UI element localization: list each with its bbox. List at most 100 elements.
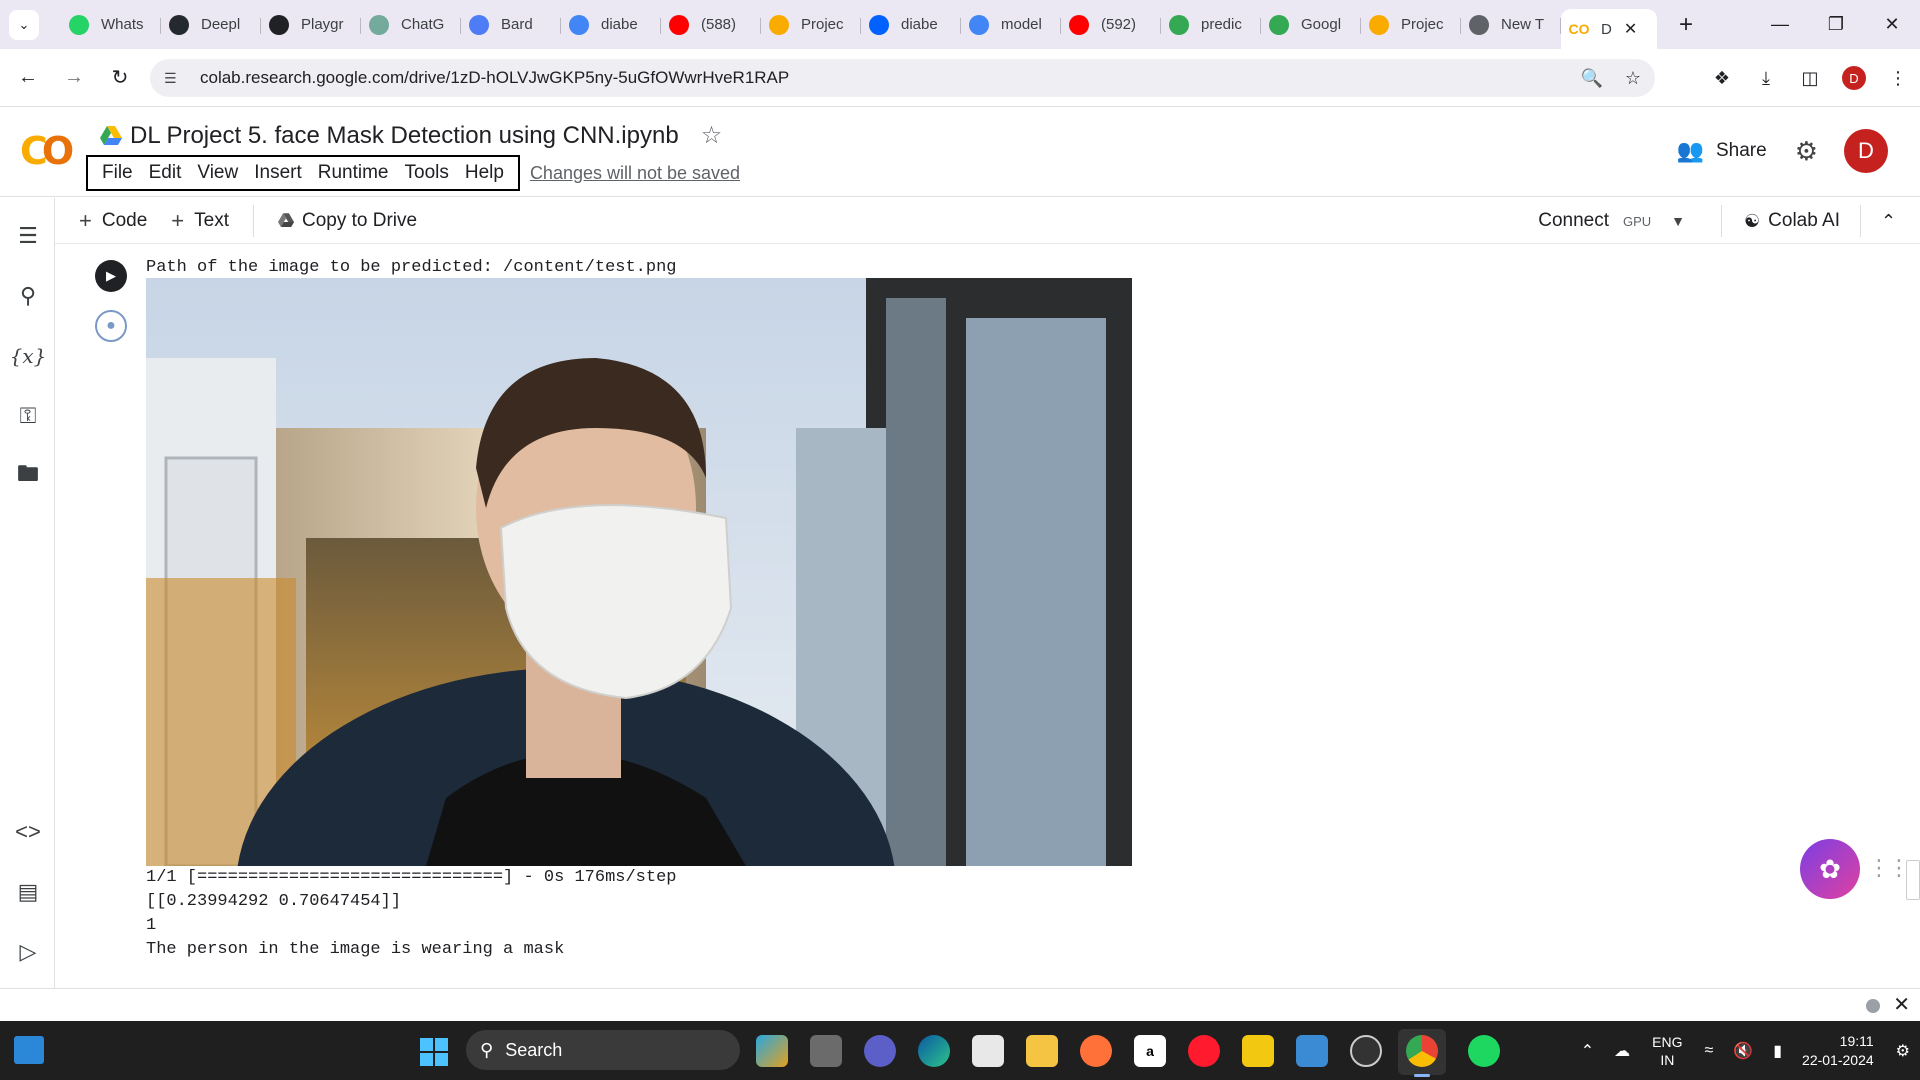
new-tab-button[interactable]: +: [1679, 11, 1693, 39]
volume-muted-icon[interactable]: 🔇: [1733, 1041, 1753, 1061]
browser-tab[interactable]: (588): [661, 7, 761, 43]
gemini-button[interactable]: ✿: [1800, 839, 1860, 899]
profile-avatar[interactable]: D: [1842, 66, 1866, 90]
edge-icon[interactable]: [918, 1035, 950, 1067]
connect-button[interactable]: Connect: [1538, 210, 1609, 232]
add-text-button[interactable]: + Text: [171, 208, 229, 234]
browser-tab[interactable]: (592): [1061, 7, 1161, 43]
site-settings-icon[interactable]: ☰: [164, 70, 186, 87]
wifi-icon[interactable]: ≈: [1705, 1042, 1714, 1060]
download-icon[interactable]: ⤓: [1744, 68, 1788, 89]
language-indicator[interactable]: ENG IN: [1652, 1033, 1682, 1069]
colab-ai-label: Colab AI: [1768, 210, 1840, 231]
drag-handle-icon[interactable]: ⋮⋮: [1868, 855, 1910, 881]
menu-item-help[interactable]: Help: [457, 162, 512, 184]
snipping-tool-icon[interactable]: [1296, 1035, 1328, 1067]
widgets-icon[interactable]: [14, 1036, 44, 1064]
close-icon[interactable]: ✕: [1893, 992, 1910, 1017]
forward-button[interactable]: →: [56, 60, 92, 96]
opera-icon[interactable]: [1188, 1035, 1220, 1067]
browser-tab[interactable]: Projec: [761, 7, 861, 43]
add-text-label: Text: [194, 209, 229, 231]
browser-tab[interactable]: Bard: [461, 7, 561, 43]
store-icon[interactable]: [972, 1035, 1004, 1067]
clock[interactable]: 19:11 22-01-2024: [1802, 1032, 1874, 1070]
notebook-title[interactable]: DL Project 5. face Mask Detection using …: [130, 122, 679, 150]
gear-icon[interactable]: ⚙: [1795, 136, 1818, 167]
bookmark-star-icon[interactable]: ☆: [1625, 68, 1641, 89]
teams-chat-icon[interactable]: [864, 1035, 896, 1067]
tab-search-button[interactable]: ⌄: [9, 9, 39, 40]
browser-tab[interactable]: Googl: [1261, 7, 1361, 43]
copilot-icon[interactable]: [756, 1035, 788, 1067]
copy-to-drive-button[interactable]: Copy to Drive: [278, 210, 417, 232]
menu-item-insert[interactable]: Insert: [246, 162, 310, 184]
scrollbar-thumb[interactable]: [1906, 860, 1920, 900]
colab-logo[interactable]: CO: [20, 129, 74, 173]
folder-icon[interactable]: 🖿: [12, 460, 44, 492]
chrome-icon[interactable]: [1406, 1035, 1438, 1067]
table-of-contents-icon[interactable]: ☰: [12, 220, 44, 252]
notifications-icon[interactable]: ⚙: [1896, 1041, 1910, 1061]
output-actions-icon[interactable]: ●: [95, 310, 127, 342]
add-code-button[interactable]: + Code: [79, 208, 147, 234]
task-view-icon[interactable]: [810, 1035, 842, 1067]
browser-tab[interactable]: diabe: [561, 7, 661, 43]
active-tab[interactable]: CO D ✕: [1561, 9, 1657, 49]
menu-item-file[interactable]: File: [94, 162, 141, 184]
onedrive-icon[interactable]: ☁: [1614, 1041, 1630, 1061]
browser-tab[interactable]: Whats: [61, 7, 161, 43]
colab-ai-button[interactable]: ☯ Colab AI: [1721, 205, 1840, 237]
side-panel-icon[interactable]: ◫: [1788, 68, 1832, 89]
browser-tab[interactable]: Playgr: [261, 7, 361, 43]
browser-tab[interactable]: ChatG: [361, 7, 461, 43]
close-window-icon[interactable]: ✕: [1864, 0, 1920, 49]
close-icon[interactable]: ✕: [1624, 19, 1637, 39]
code-snippets-icon[interactable]: <>: [12, 816, 44, 848]
obs-icon[interactable]: [1350, 1035, 1382, 1067]
file-explorer-icon[interactable]: [1026, 1035, 1058, 1067]
variables-icon[interactable]: {x}: [10, 340, 47, 372]
extensions-icon[interactable]: ❖: [1700, 68, 1744, 89]
browser-tab[interactable]: predic: [1161, 7, 1261, 43]
terminal-icon[interactable]: ▷: [12, 936, 44, 968]
status-indicator[interactable]: [1866, 999, 1880, 1013]
share-button[interactable]: 👥 Share: [1677, 138, 1767, 164]
browser-tab[interactable]: Deepl: [161, 7, 261, 43]
restore-icon[interactable]: ❐: [1808, 0, 1864, 49]
command-palette-icon[interactable]: ▤: [12, 876, 44, 908]
spotify-icon[interactable]: [1468, 1035, 1500, 1067]
star-icon[interactable]: ☆: [701, 121, 723, 150]
minimize-icon[interactable]: —: [1752, 0, 1808, 49]
menu-item-runtime[interactable]: Runtime: [310, 162, 397, 184]
browser-tab[interactable]: diabe: [861, 7, 961, 43]
unsaved-notice[interactable]: Changes will not be saved: [530, 163, 740, 184]
taskbar-search[interactable]: ⚲ Search: [466, 1030, 740, 1070]
back-button[interactable]: ←: [10, 60, 46, 96]
browser-tab[interactable]: model: [961, 7, 1061, 43]
battery-icon[interactable]: ▮: [1773, 1041, 1782, 1061]
firefox-icon[interactable]: [1080, 1035, 1112, 1067]
browser-tab[interactable]: Projec: [1361, 7, 1461, 43]
reload-button[interactable]: ↻: [102, 60, 138, 96]
menu-item-edit[interactable]: Edit: [141, 162, 190, 184]
key-icon[interactable]: ⚿: [12, 400, 44, 432]
caret-down-icon[interactable]: ▼: [1671, 213, 1685, 229]
chevron-up-icon[interactable]: ⌃: [1581, 1041, 1594, 1061]
address-bar[interactable]: ☰ colab.research.google.com/drive/1zD-hO…: [150, 59, 1655, 97]
windows-start-icon[interactable]: [420, 1038, 448, 1066]
run-cell-button[interactable]: ▶: [95, 260, 127, 292]
tab-label: Googl: [1301, 16, 1342, 33]
menu-item-view[interactable]: View: [189, 162, 246, 184]
tab-label: Projec: [1401, 16, 1444, 33]
colab-icon: [1369, 14, 1389, 35]
collapse-header-icon[interactable]: ⌃: [1860, 205, 1920, 237]
search-icon[interactable]: ⚲: [12, 280, 44, 312]
zoom-icon[interactable]: 🔍: [1580, 68, 1602, 89]
menu-kebab-icon[interactable]: ⋮: [1876, 68, 1920, 89]
menu-item-tools[interactable]: Tools: [397, 162, 457, 184]
browser-tab[interactable]: New T: [1461, 7, 1561, 43]
power-bi-icon[interactable]: [1242, 1035, 1274, 1067]
user-avatar[interactable]: D: [1844, 129, 1888, 173]
amazon-icon[interactable]: a: [1134, 1035, 1166, 1067]
